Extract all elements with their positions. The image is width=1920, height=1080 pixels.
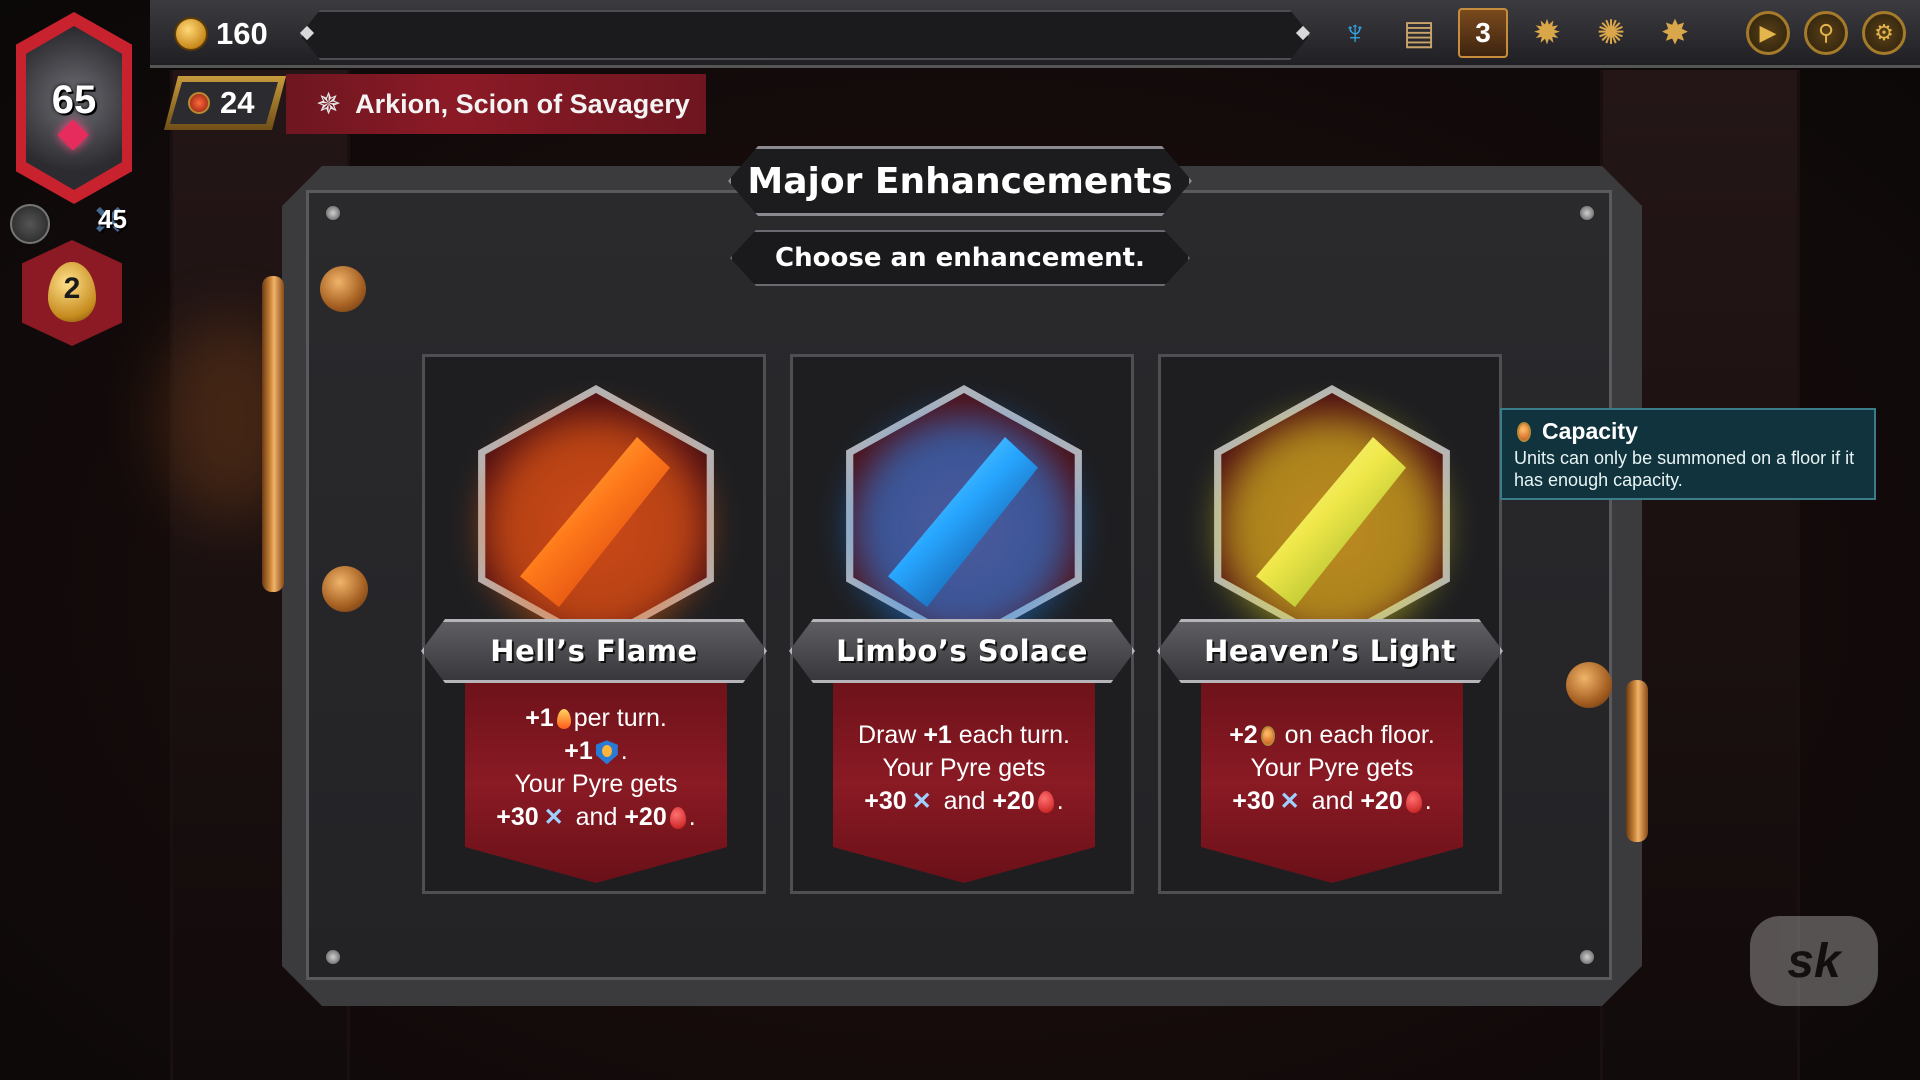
gear-icon[interactable]: ⚙ (1862, 11, 1906, 55)
card-nameplate: Heaven’s Light (1157, 619, 1503, 683)
attack-swords-icon: ✕ (1279, 787, 1300, 815)
pipe-right-cap (1566, 662, 1612, 708)
logbook-icon[interactable]: ▤ (1394, 8, 1444, 58)
health-heart-icon (1037, 790, 1054, 813)
pipe-left-bottom-cap (322, 566, 368, 612)
boss-sigil-1-icon[interactable]: ✹ (1522, 8, 1572, 58)
dialog-title-plate: Major Enhancements (728, 146, 1192, 216)
capacity-icon (1260, 725, 1275, 746)
health-bonus-value: +20 (992, 786, 1035, 815)
map-icon[interactable]: ⚲ (1804, 11, 1848, 55)
tooltip-body: Units can only be summoned on a floor if… (1514, 448, 1855, 490)
card-nameplate: Hell’s Flame (421, 619, 767, 683)
pyre-health-badge[interactable]: 65 (10, 6, 136, 206)
dialog-subtitle: Choose an enhancement. (775, 243, 1145, 273)
boss-crest-icon: ✵ (316, 87, 342, 121)
attack-bonus-value: +30 (496, 803, 539, 831)
capacity-value: +2 (1229, 720, 1258, 749)
attack-bonus-value: +30 (864, 786, 907, 815)
card-line-1: Draw +1 each turn. (858, 719, 1070, 752)
card-pyre-text: Your Pyre gets (514, 770, 678, 798)
deck-colors-icon[interactable] (10, 204, 50, 244)
gold-coin-icon (174, 17, 208, 51)
card-name: Heaven’s Light (1204, 634, 1456, 668)
attack-bonus-value: +30 (1232, 786, 1275, 815)
capacity-tooltip: Capacity Units can only be summoned on a… (1500, 408, 1876, 500)
dialog-subtitle-plate: Choose an enhancement. (730, 230, 1190, 286)
card-line-1-suffix: each turn. (958, 720, 1070, 749)
card-pyre-bonus: +30 ✕ and +20. (496, 803, 696, 832)
card-line-1: +1 per turn. (525, 702, 667, 735)
boss-name: Arkion, Scion of Savagery (355, 88, 690, 119)
card-line-1: +2 on each floor. (1229, 719, 1435, 752)
pyre-damage-value: +1 (564, 737, 593, 765)
chapter-value: 3 (1475, 17, 1491, 48)
conjunction: and (943, 786, 986, 815)
health-bonus-value: +20 (624, 803, 667, 831)
boss-sigil-3-icon[interactable]: ✸ (1650, 8, 1700, 58)
pyre-damage-icon (595, 740, 618, 765)
tooltip-header: Capacity (1514, 418, 1862, 445)
card-description: Draw +1 each turn. Your Pyre gets +30 ✕ a… (833, 683, 1095, 883)
card-pyre-bonus: +30 ✕ and +20. (1232, 786, 1432, 815)
card-nameplate: Limbo’s Solace (789, 619, 1135, 683)
conjunction: and (575, 803, 618, 831)
boss-sigil-2-icon[interactable]: ✺ (1586, 8, 1636, 58)
rivet (326, 950, 340, 964)
draw-value: +1 (923, 720, 952, 749)
boss-banner[interactable]: ✵ Arkion, Scion of Savagery (286, 74, 706, 134)
ember-gain-value: +1 (525, 704, 554, 732)
health-heart-icon (1405, 790, 1422, 813)
conjunction: and (1311, 786, 1354, 815)
rivet (1580, 206, 1594, 220)
top-icon-row: ♆ ▤ 3 ✹ ✺ ✸ ▶ ⚲ ⚙ (1330, 8, 1906, 58)
dragon-egg-value: 2 (63, 272, 81, 305)
card-line-1-prefix: Draw (858, 720, 917, 749)
enhancement-card-hells-flame[interactable]: Hell’s Flame +1 per turn. +1. Your Pyre g… (422, 354, 766, 894)
gold-counter: 160 (150, 6, 290, 62)
pipe-left (262, 276, 284, 592)
rivet (1580, 950, 1594, 964)
covenant-icon[interactable]: ♆ (1330, 8, 1380, 58)
play-icon[interactable]: ▶ (1746, 11, 1790, 55)
ember-icon (556, 709, 571, 730)
attack-swords-icon: ✕ (911, 787, 932, 815)
enhancement-card-heavens-light[interactable]: Heaven’s Light +2 on each floor. Your Py… (1158, 354, 1502, 894)
card-name: Hell’s Flame (490, 634, 698, 668)
pipe-right (1626, 680, 1648, 842)
capacity-icon (1517, 421, 1531, 442)
floor-progress-track (300, 10, 1310, 60)
card-pyre-text: Your Pyre gets (882, 753, 1046, 782)
card-line-1-suffix: per turn. (573, 704, 667, 732)
ember-counter: 24 (170, 82, 278, 124)
tooltip-title: Capacity (1542, 418, 1638, 444)
pyre-attack-value: 45 (92, 198, 127, 244)
ember-value: 24 (220, 85, 255, 120)
pipe-left-top-cap (320, 266, 366, 312)
chapter-icon[interactable]: 3 (1458, 8, 1508, 58)
enhancement-card-limbos-solace[interactable]: Limbo’s Solace Draw +1 each turn. Your P… (790, 354, 1134, 894)
card-pyre-bonus: +30 ✕ and +20. (864, 786, 1064, 815)
card-pyre-text: Your Pyre gets (1250, 753, 1414, 782)
watermark-logo: sk (1750, 916, 1878, 1006)
health-heart-icon (669, 807, 686, 830)
rivet (326, 206, 340, 220)
card-line-1-suffix: on each floor. (1284, 720, 1435, 749)
card-description: +2 on each floor. Your Pyre gets +30 ✕ an… (1201, 683, 1463, 883)
dialog-title: Major Enhancements (747, 160, 1173, 202)
health-bonus-value: +20 (1360, 786, 1403, 815)
card-name: Limbo’s Solace (836, 634, 1088, 668)
card-line-2: +1. (564, 737, 628, 765)
gold-value: 160 (216, 16, 268, 51)
attack-swords-icon: ✕ (543, 804, 564, 832)
card-description: +1 per turn. +1. Your Pyre gets +30 ✕ and … (465, 683, 727, 883)
pyre-health-value: 65 (51, 78, 97, 122)
ember-icon (188, 92, 210, 114)
